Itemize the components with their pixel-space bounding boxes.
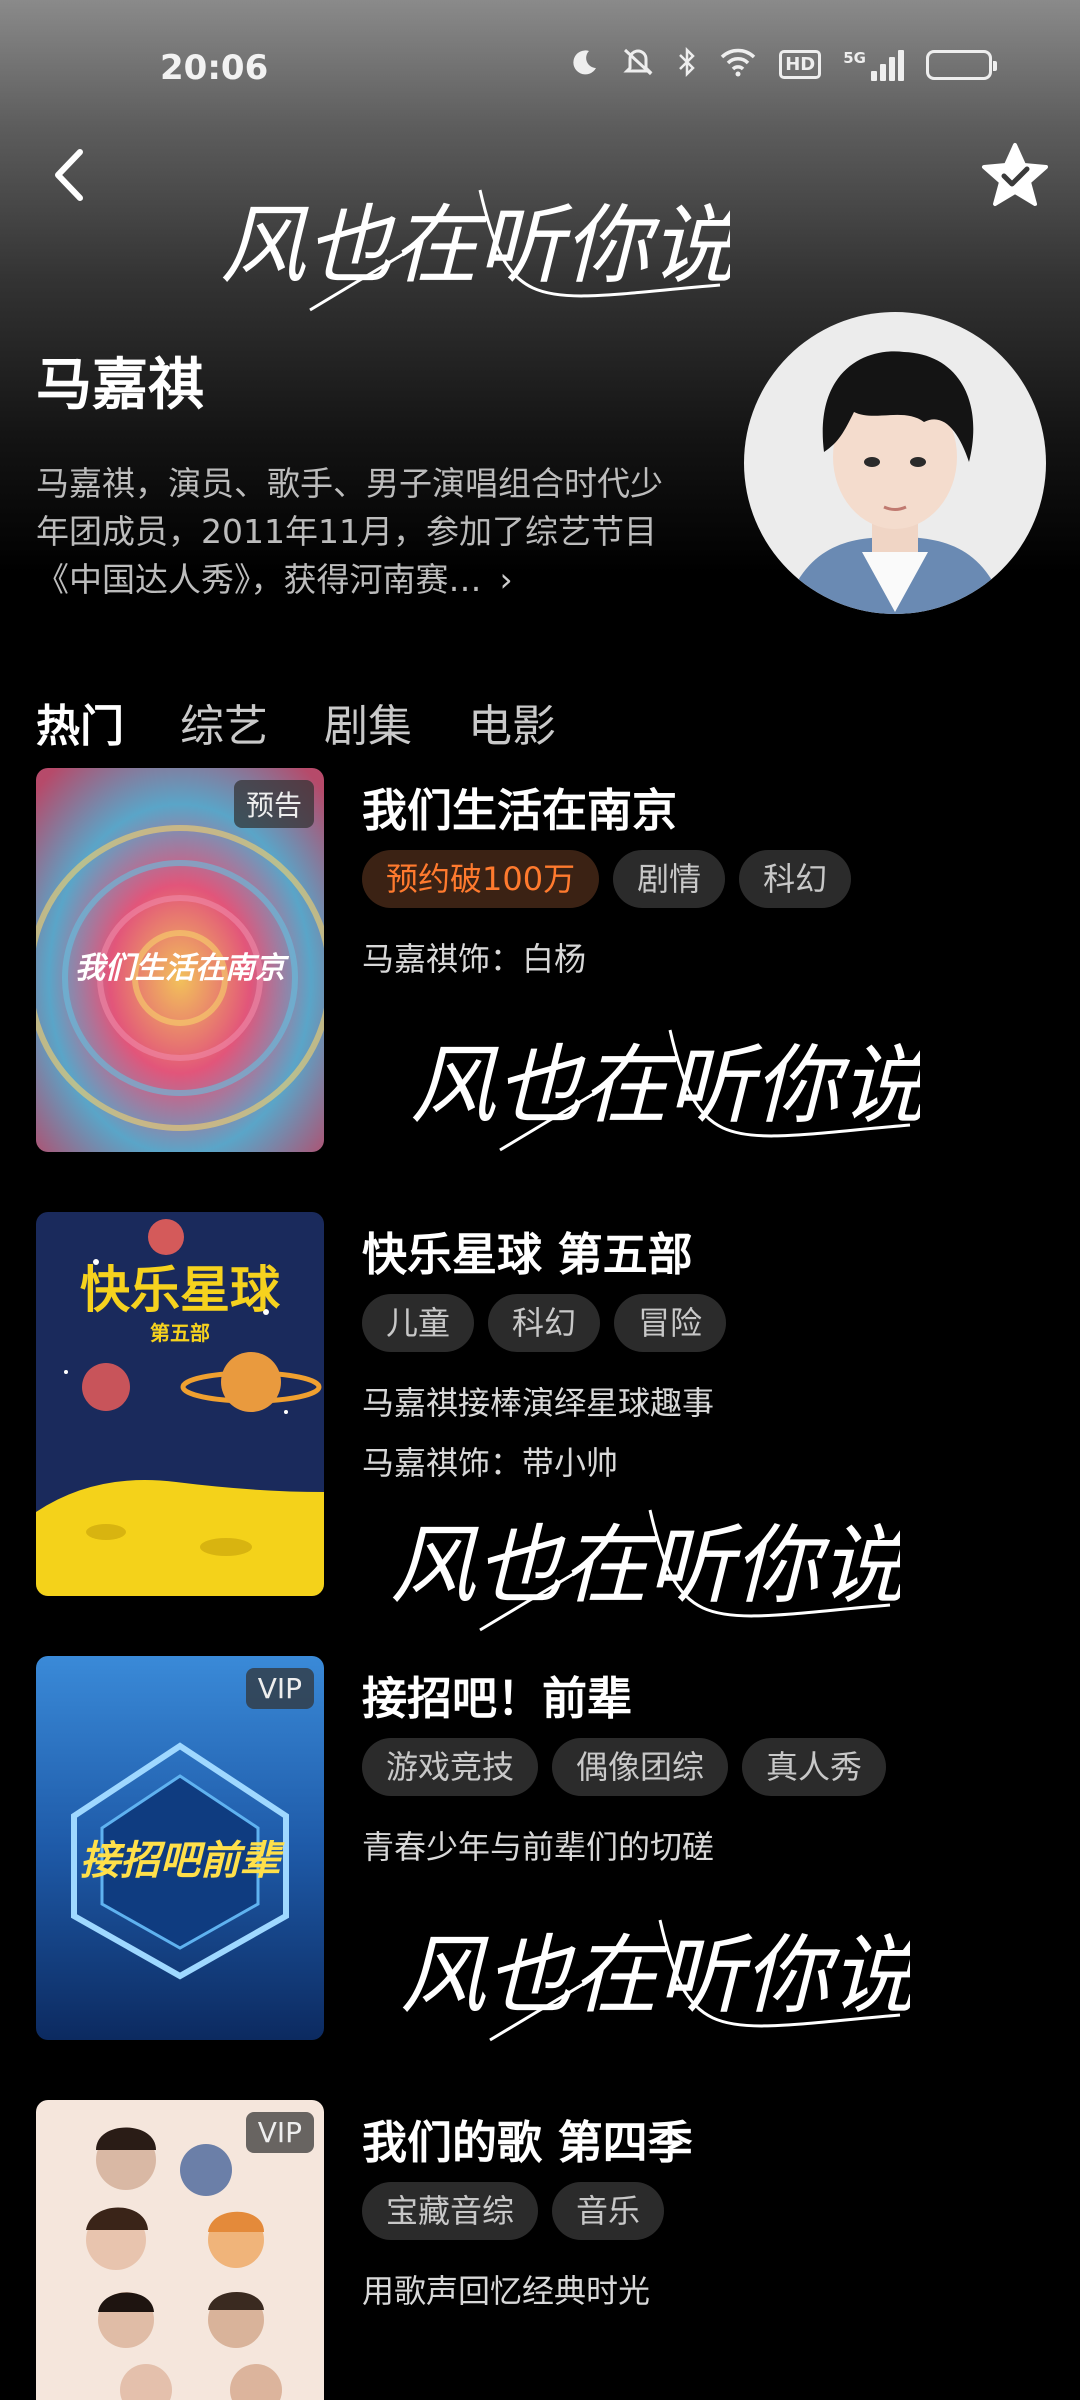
preview-badge: 预告 <box>233 780 314 828</box>
network-label: 5G <box>843 48 866 67</box>
tag[interactable]: 儿童 <box>362 1294 475 1352</box>
poster-title: 我们生活在南京 <box>75 951 290 986</box>
tab-series[interactable]: 剧集 <box>324 690 412 754</box>
show-description: 青春少年与前辈们的切磋 <box>362 1828 715 1866</box>
tag[interactable]: 音乐 <box>552 2182 665 2240</box>
tab-movie[interactable]: 电影 <box>468 690 556 754</box>
signal-icon: 5G <box>843 49 904 81</box>
bluetooth-icon <box>677 46 697 83</box>
tag-row: 游戏竞技 偶像团综 真人秀 <box>362 1738 887 1796</box>
tag[interactable]: 科幻 <box>739 850 852 908</box>
show-title: 我们生活在南京 <box>362 784 678 837</box>
chevron-left-icon <box>55 149 83 201</box>
show-poster: VIP <box>36 2100 324 2400</box>
back-button[interactable] <box>40 140 100 210</box>
tag[interactable]: 游戏竞技 <box>362 1738 539 1796</box>
show-card[interactable]: 接招吧前辈 VIP 接招吧！前辈 游戏竞技 偶像团综 真人秀 青春少年与前辈们的… <box>36 1656 1046 2040</box>
hd-icon: HD <box>779 50 822 79</box>
tag[interactable]: 冒险 <box>614 1294 727 1352</box>
status-icons: HD 5G <box>569 46 997 83</box>
star-check-icon <box>982 143 1048 206</box>
tag[interactable]: 剧情 <box>613 850 726 908</box>
tag-row: 宝藏音综 音乐 <box>362 2182 665 2240</box>
tag-hot[interactable]: 预约破100万 <box>362 850 600 908</box>
moon-icon <box>569 47 599 82</box>
status-time: 20:06 <box>160 48 269 88</box>
chevron-right-icon: › <box>499 560 513 599</box>
tag[interactable]: 偶像团综 <box>552 1738 729 1796</box>
artist-avatar[interactable] <box>744 312 1046 614</box>
poster-title: 接招吧前辈 <box>80 1838 285 1884</box>
tab-hot[interactable]: 热门 <box>36 690 124 754</box>
tag[interactable]: 真人秀 <box>742 1738 887 1796</box>
show-title: 接招吧！前辈 <box>362 1672 633 1725</box>
status-bar: 20:06 HD 5G <box>0 0 1080 140</box>
show-description: 用歌声回忆经典时光 <box>362 2272 651 2310</box>
artist-bio[interactable]: 马嘉祺，演员、歌手、男子演唱组合时代少年团成员，2011年11月，参加了综艺节目… <box>36 460 676 604</box>
show-poster: 接招吧前辈 VIP <box>36 1656 324 2040</box>
category-tabs: 热门 综艺 剧集 电影 <box>36 690 556 754</box>
battery-icon <box>926 49 997 80</box>
artist-bio-text: 马嘉祺，演员、歌手、男子演唱组合时代少年团成员，2011年11月，参加了综艺节目… <box>36 464 663 599</box>
tag[interactable]: 宝藏音综 <box>362 2182 539 2240</box>
favorite-button[interactable] <box>980 140 1050 210</box>
poster-title: 快乐星球 <box>80 1261 281 1319</box>
vip-badge: VIP <box>245 1668 314 1709</box>
bell-off-icon <box>621 46 655 83</box>
tab-variety[interactable]: 综艺 <box>180 690 268 754</box>
poster-subtitle: 第五部 <box>150 1321 210 1345</box>
artist-name: 马嘉祺 <box>36 353 204 418</box>
show-card[interactable]: 我们生活在南京 预告 我们生活在南京 预约破100万 剧情 科幻 马嘉祺饰：白杨 <box>36 768 1046 1152</box>
show-poster: 我们生活在南京 预告 <box>36 768 324 1152</box>
wifi-icon <box>719 47 757 82</box>
tag-row: 儿童 科幻 冒险 <box>362 1294 727 1352</box>
show-title: 快乐星球 第五部 <box>362 1228 693 1281</box>
vip-badge: VIP <box>245 2112 314 2153</box>
show-card[interactable]: VIP 我们的歌 第四季 宝藏音综 音乐 用歌声回忆经典时光 <box>36 2100 1046 2400</box>
show-poster: 快乐星球 第五部 <box>36 1212 324 1596</box>
tag-row: 预约破100万 剧情 科幻 <box>362 850 852 908</box>
show-card[interactable]: 快乐星球 第五部 快乐星球 第五部 儿童 科幻 冒险 马嘉祺接棒演绎星球趣事 马… <box>36 1212 1046 1596</box>
show-description: 马嘉祺接棒演绎星球趣事 <box>362 1384 715 1422</box>
show-title: 我们的歌 第四季 <box>362 2116 693 2169</box>
tag[interactable]: 科幻 <box>488 1294 601 1352</box>
show-role: 马嘉祺饰：带小帅 <box>362 1444 619 1482</box>
show-role: 马嘉祺饰：白杨 <box>362 940 587 978</box>
